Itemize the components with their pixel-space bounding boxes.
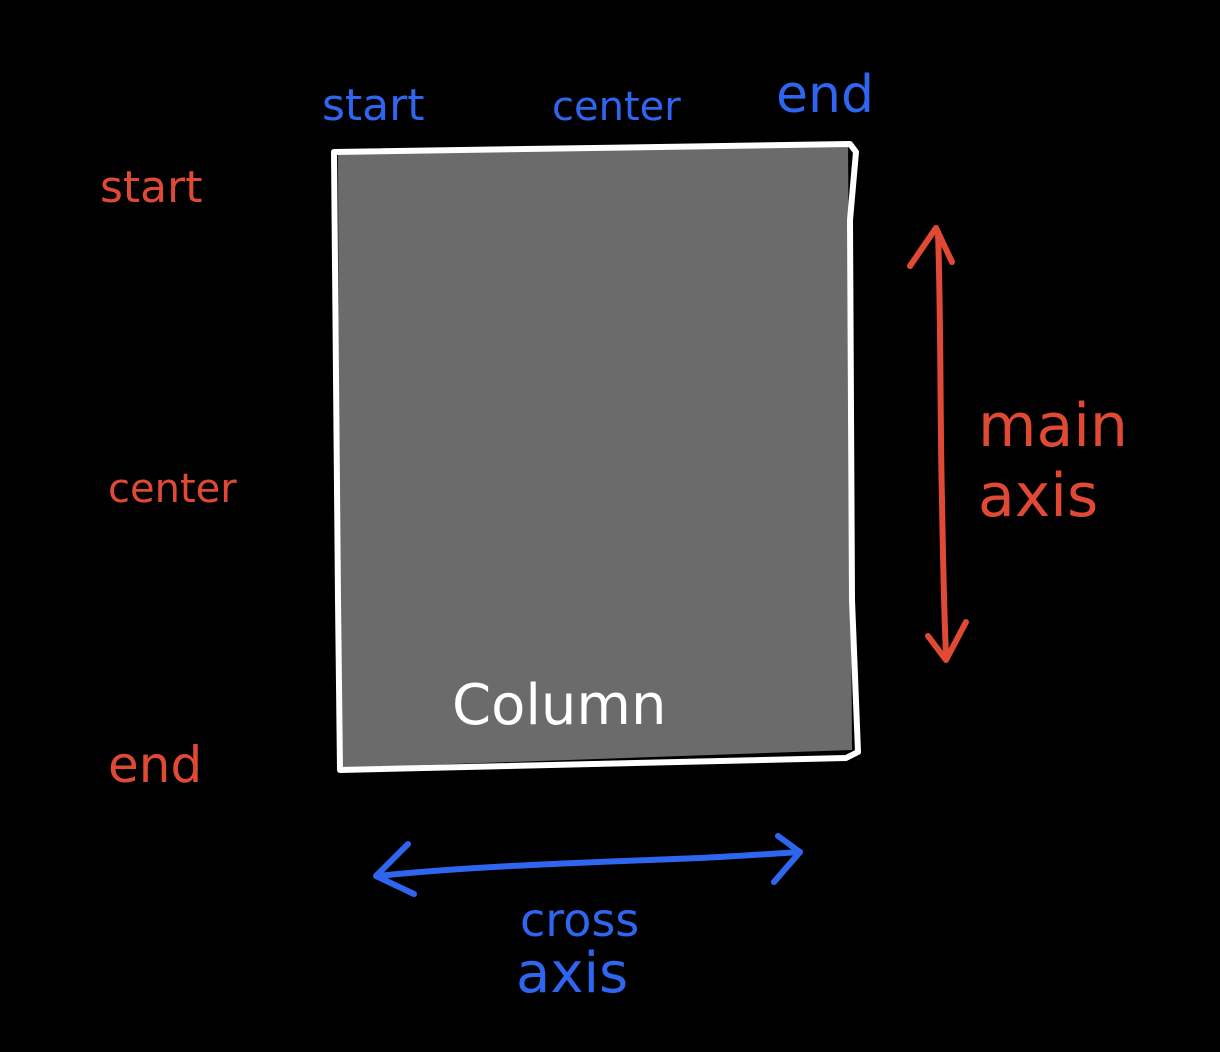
cross-axis-start-label: start xyxy=(322,80,424,131)
main-axis-title-line1: main xyxy=(978,391,1128,461)
cross-axis-labels: start center end xyxy=(322,65,874,131)
cross-axis-center-label: center xyxy=(552,84,681,130)
main-axis-start-label: start xyxy=(100,162,202,213)
double-headed-vertical-arrow-icon xyxy=(907,225,969,663)
column-box: Column xyxy=(331,141,861,773)
main-axis-labels: start center end xyxy=(100,162,237,794)
main-axis-end-label: end xyxy=(108,736,202,794)
main-axis-title-line2: axis xyxy=(978,461,1098,531)
cross-axis-title-line2: axis xyxy=(516,941,628,1006)
double-headed-horizontal-arrow-icon xyxy=(373,833,803,897)
cross-axis-title: cross axis xyxy=(516,893,639,1006)
cross-axis-end-label: end xyxy=(776,65,874,125)
main-axis-center-label: center xyxy=(108,466,237,512)
flex-axis-diagram: Column start center end start center end… xyxy=(100,65,1128,1006)
cross-axis-title-line1: cross xyxy=(520,893,639,947)
main-axis-title: main axis xyxy=(978,391,1128,531)
column-label: Column xyxy=(452,673,666,738)
